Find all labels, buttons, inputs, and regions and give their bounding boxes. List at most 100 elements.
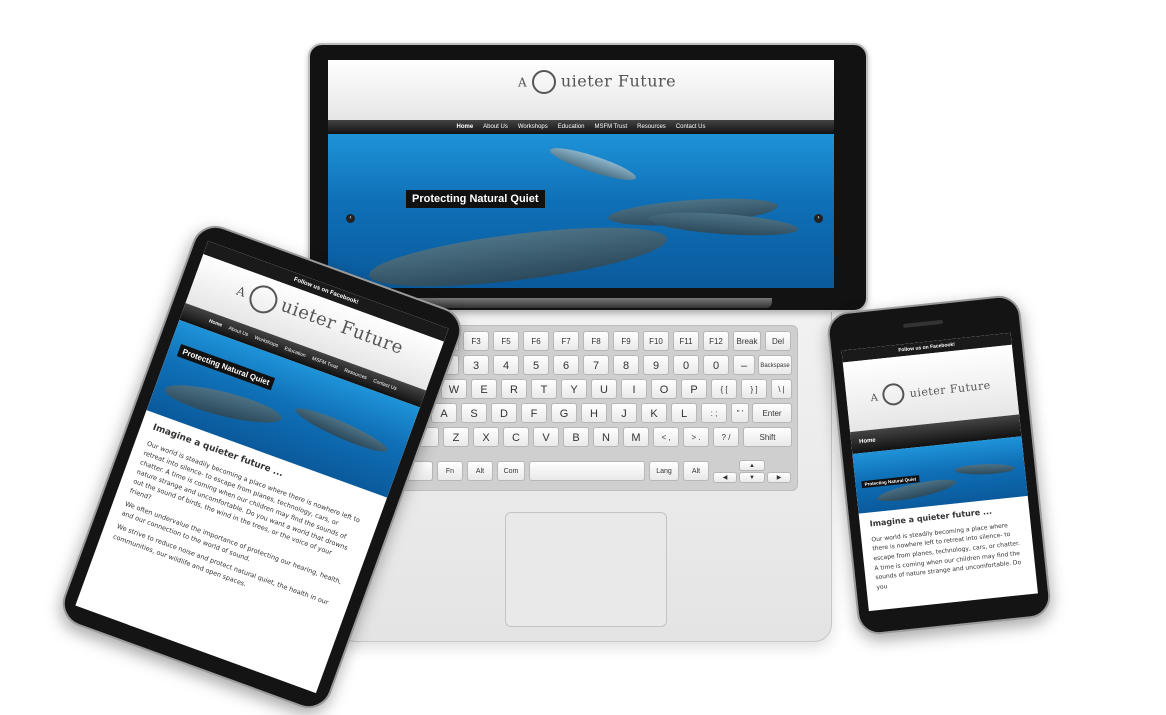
key[interactable]: < , bbox=[653, 427, 679, 447]
phone-device: Follow us on Facebook! A uieter Future H… bbox=[825, 293, 1053, 637]
key[interactable]: R bbox=[501, 379, 527, 399]
key[interactable]: I bbox=[621, 379, 647, 399]
mobile-menu-home[interactable]: Home bbox=[859, 437, 876, 445]
alt-key[interactable]: Alt bbox=[467, 461, 493, 481]
key[interactable]: F8 bbox=[583, 331, 609, 351]
key[interactable]: 4 bbox=[493, 355, 519, 375]
key[interactable]: F9 bbox=[613, 331, 639, 351]
logo-title: uieter Future bbox=[560, 71, 677, 91]
nav-education[interactable]: Education bbox=[283, 346, 306, 359]
dolphin-image bbox=[647, 208, 799, 240]
key[interactable]: } ] bbox=[741, 379, 767, 399]
key[interactable]: D bbox=[491, 403, 517, 423]
arrow-down-key[interactable]: ▼ bbox=[739, 472, 765, 483]
nav-resources[interactable]: Resources bbox=[637, 124, 666, 130]
key[interactable]: : ; bbox=[701, 403, 727, 423]
key[interactable]: H bbox=[581, 403, 607, 423]
key[interactable]: 5 bbox=[523, 355, 549, 375]
key[interactable]: O bbox=[651, 379, 677, 399]
key[interactable]: F bbox=[521, 403, 547, 423]
nav-contact-us[interactable]: Contact Us bbox=[676, 124, 706, 130]
key[interactable]: 9 bbox=[643, 355, 669, 375]
nav-workshops[interactable]: Workshops bbox=[253, 335, 278, 349]
enter-key[interactable]: Enter bbox=[752, 403, 792, 423]
alt-key[interactable]: Alt bbox=[683, 461, 709, 481]
key[interactable]: F6 bbox=[523, 331, 549, 351]
nav-education[interactable]: Education bbox=[558, 124, 585, 130]
key[interactable]: L bbox=[671, 403, 697, 423]
key[interactable]: E bbox=[471, 379, 497, 399]
command-key[interactable]: Com bbox=[497, 461, 525, 481]
main-nav: Home About Us Workshops Education MSFM T… bbox=[328, 120, 834, 134]
nav-resources[interactable]: Resources bbox=[343, 367, 368, 381]
key[interactable]: F5 bbox=[493, 331, 519, 351]
key[interactable]: > . bbox=[683, 427, 709, 447]
tablet-body: Follow us on Facebook! A uieter Future H… bbox=[56, 219, 468, 715]
logo-letter: A bbox=[870, 392, 879, 405]
key[interactable]: G bbox=[551, 403, 577, 423]
key[interactable]: S bbox=[461, 403, 487, 423]
dolphin-image bbox=[954, 463, 1015, 476]
key[interactable]: ? / bbox=[713, 427, 739, 447]
key[interactable]: 0 bbox=[673, 355, 699, 375]
right-shift-key[interactable]: Shift bbox=[743, 427, 792, 447]
nav-about-us[interactable]: About Us bbox=[228, 325, 249, 338]
key[interactable]: N bbox=[593, 427, 619, 447]
key[interactable]: \ | bbox=[771, 379, 792, 399]
key[interactable]: Y bbox=[561, 379, 587, 399]
backspace-key[interactable]: Backspase bbox=[758, 355, 792, 375]
key[interactable]: K bbox=[641, 403, 667, 423]
swirl-icon bbox=[531, 70, 556, 94]
swirl-icon bbox=[245, 281, 282, 318]
key[interactable]: U bbox=[591, 379, 617, 399]
spacebar[interactable] bbox=[529, 461, 645, 481]
phone-screen: Follow us on Facebook! A uieter Future H… bbox=[841, 332, 1038, 612]
key[interactable]: 0 bbox=[703, 355, 729, 375]
key[interactable]: 6 bbox=[553, 355, 579, 375]
site-logo[interactable]: A uieter Future bbox=[869, 373, 991, 407]
key[interactable]: 3 bbox=[463, 355, 489, 375]
key[interactable]: Del bbox=[765, 331, 791, 351]
tablet-device: Follow us on Facebook! A uieter Future H… bbox=[50, 219, 468, 715]
dolphin-image bbox=[547, 142, 639, 186]
nav-workshops[interactable]: Workshops bbox=[518, 124, 548, 130]
key[interactable]: F3 bbox=[463, 331, 489, 351]
nav-home[interactable]: Home bbox=[208, 318, 223, 328]
key[interactable]: 8 bbox=[613, 355, 639, 375]
key[interactable]: V bbox=[533, 427, 559, 447]
slider-prev-button[interactable]: ‹ bbox=[346, 214, 355, 223]
trackpad[interactable] bbox=[505, 512, 667, 627]
key[interactable]: " ' bbox=[731, 403, 749, 423]
key[interactable]: Break bbox=[733, 331, 761, 351]
key[interactable]: J bbox=[611, 403, 637, 423]
tablet-screen: Follow us on Facebook! A uieter Future H… bbox=[75, 240, 449, 694]
key[interactable]: – bbox=[733, 355, 755, 375]
key[interactable]: F12 bbox=[703, 331, 729, 351]
key[interactable]: F10 bbox=[643, 331, 669, 351]
dolphin-image bbox=[292, 402, 391, 458]
arrow-up-key[interactable]: ▲ bbox=[739, 460, 765, 471]
key[interactable]: T bbox=[531, 379, 557, 399]
arrow-right-key[interactable]: ▶ bbox=[767, 472, 791, 483]
key[interactable]: F11 bbox=[673, 331, 699, 351]
key[interactable]: B bbox=[563, 427, 589, 447]
keyboard: F2 F3 F5 F6 F7 F8 F9 F10 F11 F12 Break D… bbox=[396, 325, 798, 491]
phone-speaker bbox=[903, 319, 944, 328]
nav-msfm-trust[interactable]: MSFM Trust bbox=[594, 124, 627, 130]
arrow-left-key[interactable]: ◀ bbox=[713, 472, 737, 483]
nav-about-us[interactable]: About Us bbox=[483, 124, 508, 130]
slider-next-button[interactable]: › bbox=[814, 214, 823, 223]
lang-key[interactable]: Lang bbox=[649, 461, 679, 481]
key[interactable]: F7 bbox=[553, 331, 579, 351]
key[interactable]: { [ bbox=[711, 379, 737, 399]
key[interactable]: M bbox=[623, 427, 649, 447]
site-logo[interactable]: A uieter Future bbox=[518, 70, 676, 94]
slide-caption: Protecting Natural Quiet bbox=[406, 190, 545, 208]
key[interactable]: X bbox=[473, 427, 499, 447]
key[interactable]: 7 bbox=[583, 355, 609, 375]
key[interactable]: P bbox=[681, 379, 707, 399]
key[interactable]: C bbox=[503, 427, 529, 447]
nav-home[interactable]: Home bbox=[457, 124, 474, 130]
nav-contact-us[interactable]: Contact Us bbox=[372, 378, 397, 392]
intro-paragraph: Our world is steadily becoming a place w… bbox=[871, 521, 1022, 591]
